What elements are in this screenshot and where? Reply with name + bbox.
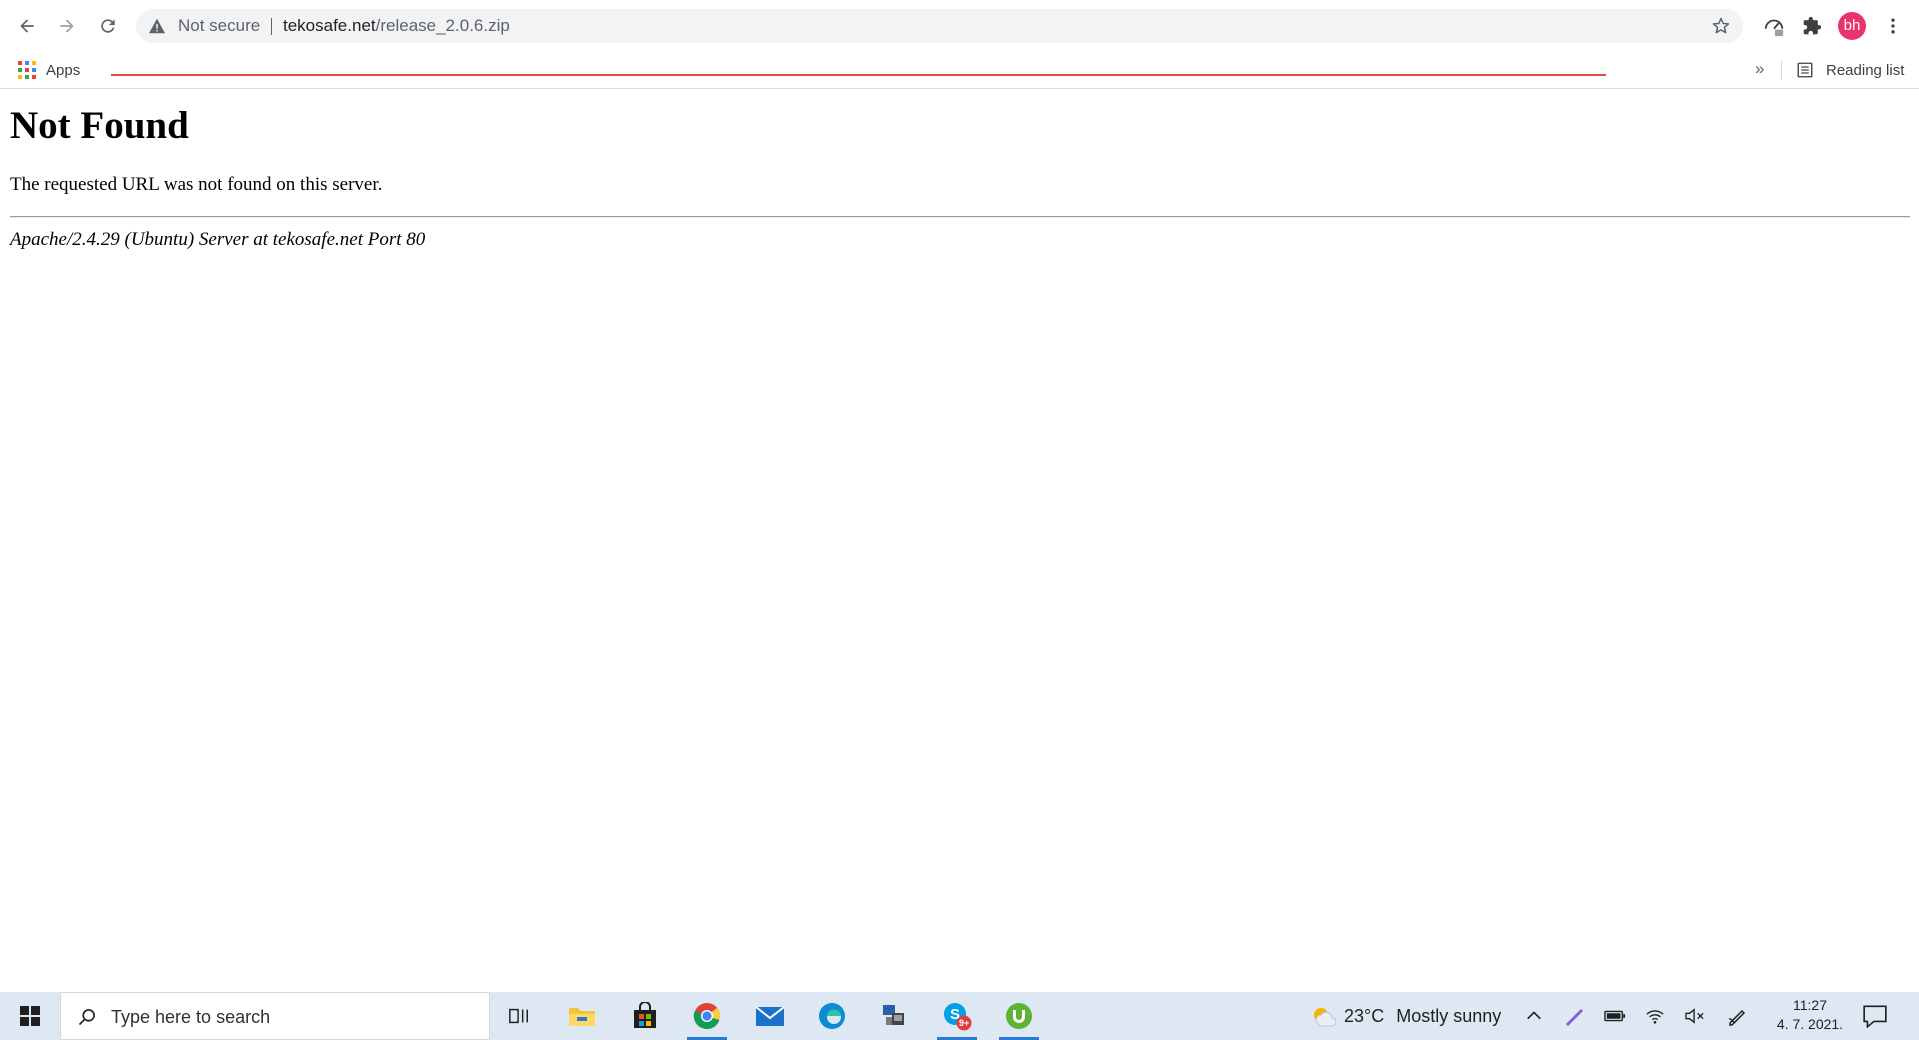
bookmarks-bar: Apps » Reading list (0, 51, 1919, 89)
pen-icon (1566, 1009, 1583, 1026)
task-view-icon (509, 1008, 528, 1024)
apps-label: Apps (46, 61, 81, 79)
sun-cloud-icon (1314, 1008, 1336, 1027)
address-bar[interactable]: Not secure tekosafe.net/release_2.0.6.zi… (136, 9, 1743, 43)
url-path: /release_2.0.6.zip (375, 16, 510, 35)
security-status[interactable]: Not secure (178, 9, 260, 43)
browser-toolbar: Not secure tekosafe.net/release_2.0.6.zi… (0, 0, 1919, 51)
omnibox-divider (271, 18, 272, 35)
clock-time: 11:27 (1793, 997, 1827, 1013)
speedometer-icon (1764, 19, 1784, 37)
tray-wifi[interactable] (1645, 992, 1665, 1040)
reading-list-icon (1797, 62, 1813, 78)
warning-triangle-icon (149, 18, 165, 34)
bookmark-star-icon[interactable] (1711, 16, 1731, 36)
weather-condition: Mostly sunny (1396, 1005, 1502, 1026)
tray-battery[interactable] (1604, 992, 1626, 1040)
page-title: Not Found (10, 104, 189, 147)
weather-widget[interactable]: 23°C Mostly sunny (1310, 992, 1501, 1040)
taskbar-store[interactable] (619, 992, 671, 1040)
puzzle-piece-icon (1803, 16, 1822, 35)
taskbar-clock[interactable]: 11:27 4. 7. 2021. (1772, 996, 1848, 1034)
utorrent-icon (1006, 1003, 1032, 1029)
url-text[interactable]: tekosafe.net/release_2.0.6.zip (283, 9, 510, 43)
store-bag-icon (634, 1002, 656, 1028)
server-signature: Apache/2.4.29 (Ubuntu) Server at tekosaf… (10, 229, 426, 250)
more-vertical-icon (1891, 18, 1895, 34)
chrome-icon (693, 1003, 720, 1030)
bookmarks-overflow-button[interactable]: » (1755, 59, 1764, 79)
taskbar-utorrent[interactable] (993, 992, 1045, 1040)
edge-icon (819, 1003, 845, 1029)
bookmarks-divider (1781, 60, 1782, 80)
apps-grid-icon (18, 61, 36, 79)
search-placeholder: Type here to search (111, 1007, 271, 1027)
reading-list-button[interactable]: Reading list (1796, 58, 1904, 82)
taskbar-network-app[interactable] (868, 992, 920, 1040)
task-view-button[interactable] (493, 992, 545, 1040)
red-underline-mark (111, 74, 1606, 76)
extensions-button[interactable] (1799, 13, 1825, 39)
show-hidden-icons-button[interactable] (1525, 992, 1543, 1040)
taskbar-search-box[interactable]: Type here to search (60, 992, 490, 1040)
arrow-right-icon (60, 19, 74, 33)
folder-icon (569, 1008, 595, 1026)
error-message: The requested URL was not found on this … (10, 174, 383, 195)
volume-muted-icon (1685, 1008, 1704, 1024)
back-button[interactable] (10, 9, 44, 43)
mail-envelope-icon (755, 1006, 785, 1026)
taskbar-skype[interactable]: S 9+ (931, 992, 983, 1040)
apps-shortcut[interactable]: Apps (18, 58, 80, 82)
network-computers-icon (883, 1005, 904, 1025)
divider (10, 216, 1910, 218)
url-host: tekosafe.net (283, 16, 376, 35)
page-content: Not Found The requested URL was not foun… (0, 89, 1919, 992)
weather-temperature: 23°C (1344, 1005, 1385, 1026)
taskbar-file-explorer[interactable] (556, 992, 608, 1040)
clock-date: 4. 7. 2021. (1776, 1016, 1844, 1032)
profile-avatar[interactable]: bh (1838, 12, 1866, 40)
taskbar-edge[interactable] (806, 992, 858, 1040)
tray-volume[interactable] (1684, 992, 1706, 1040)
search-icon (78, 1009, 95, 1026)
chevron-up-icon (1527, 1011, 1541, 1020)
forward-button[interactable] (50, 9, 84, 43)
pen-workspace-icon (1728, 1009, 1746, 1026)
taskbar: Type here to search S 9+ 23°C Mostly sun… (0, 992, 1919, 1040)
reading-list-label: Reading list (1826, 61, 1905, 79)
arrow-left-icon (20, 19, 34, 33)
windows-logo-icon (20, 1006, 40, 1026)
taskbar-mail[interactable] (744, 992, 796, 1040)
start-button[interactable] (0, 992, 60, 1040)
battery-icon (1604, 1010, 1626, 1022)
wifi-icon (1646, 1010, 1664, 1024)
skype-notification-badge: 9+ (959, 1018, 970, 1028)
tray-pen-app[interactable] (1563, 992, 1585, 1040)
browser-menu-button[interactable] (1880, 13, 1906, 39)
reload-icon (101, 19, 115, 33)
taskbar-chrome[interactable] (681, 992, 733, 1040)
action-center-icon[interactable] (1862, 1004, 1888, 1028)
tray-pen-workspace[interactable] (1726, 992, 1748, 1040)
reload-button[interactable] (91, 9, 125, 43)
performance-extension-button[interactable] (1761, 13, 1787, 39)
